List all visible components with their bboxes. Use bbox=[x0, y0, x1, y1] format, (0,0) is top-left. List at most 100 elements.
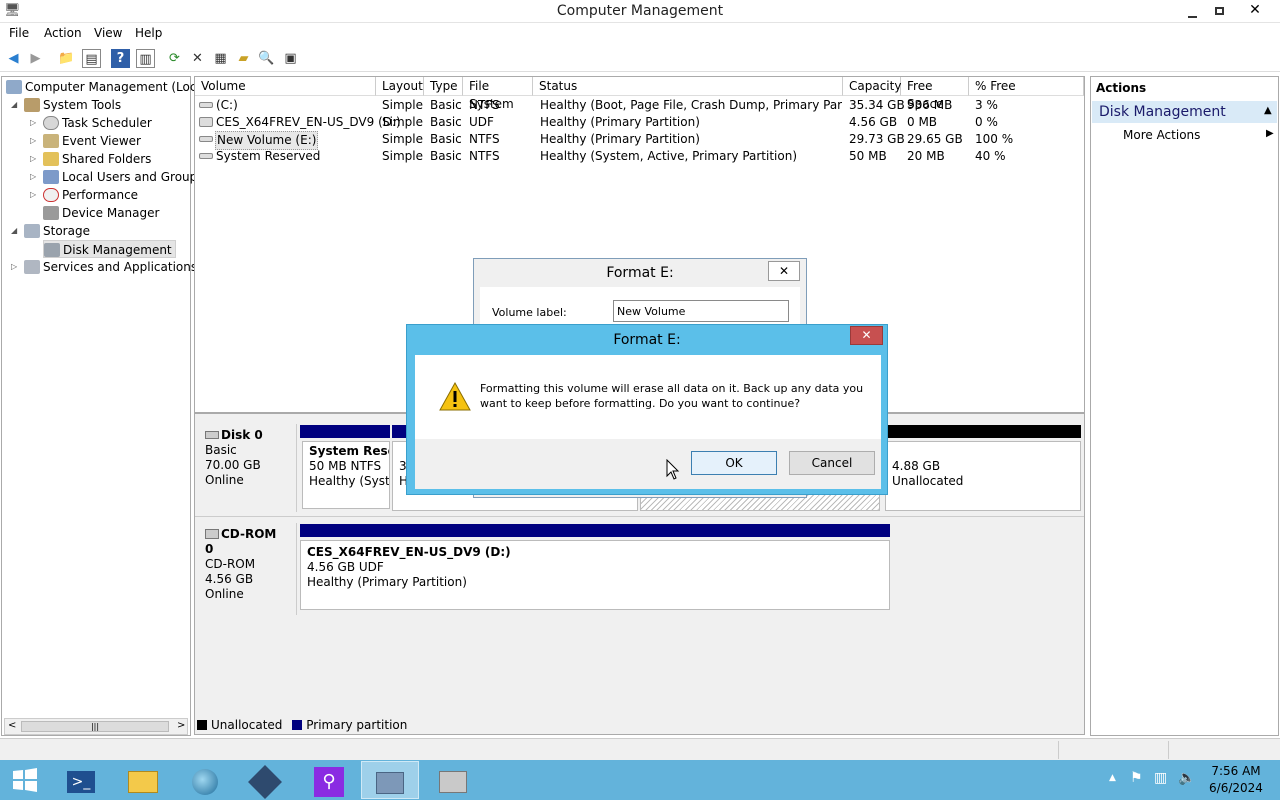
menu-view[interactable]: View bbox=[94, 26, 122, 40]
table-row[interactable]: CES_X64FREV_EN-US_DV9 (D:) Simple Basic … bbox=[195, 114, 1084, 131]
partition-status: Healthy (Primary Partition) bbox=[307, 575, 467, 589]
tree-item-task-scheduler[interactable]: Task Scheduler bbox=[43, 114, 152, 132]
tree-item-device-manager[interactable]: Device Manager bbox=[43, 204, 159, 222]
volume-muted-icon[interactable]: 🔈 bbox=[1178, 770, 1195, 786]
taskbar-server-manager[interactable] bbox=[424, 761, 482, 799]
up-folder-icon[interactable]: 📁 bbox=[57, 49, 76, 68]
cell-status: Healthy (Boot, Page File, Crash Dump, Pr… bbox=[540, 98, 842, 112]
tree-item-performance[interactable]: Performance bbox=[43, 186, 138, 204]
disk-0-label[interactable]: Disk 0 Basic 70.00 GB Online bbox=[197, 424, 297, 512]
submenu-arrow-icon: ▶ bbox=[1266, 128, 1274, 139]
expand-icon[interactable]: ▷ bbox=[11, 258, 17, 276]
tree-item-system-tools[interactable]: System Tools bbox=[24, 96, 121, 114]
powershell-icon: >_ bbox=[67, 770, 95, 793]
expand-icon[interactable]: ▷ bbox=[30, 150, 36, 168]
collapse-icon[interactable]: ◢ bbox=[11, 222, 17, 240]
volume-label-input[interactable] bbox=[613, 300, 789, 322]
scroll-right-icon[interactable]: > bbox=[177, 720, 185, 731]
column-header-type[interactable]: Type bbox=[424, 77, 463, 96]
column-header-free-space[interactable]: Free Space bbox=[901, 77, 969, 111]
status-divider bbox=[1168, 741, 1169, 759]
column-header-status[interactable]: Status bbox=[533, 77, 843, 96]
table-row[interactable]: System Reserved Simple Basic NTFS Health… bbox=[195, 148, 1084, 165]
scroll-left-icon[interactable]: < bbox=[8, 720, 16, 731]
collapse-section-icon[interactable]: ▲ bbox=[1264, 105, 1272, 116]
tree-horizontal-scrollbar[interactable]: < ||| > bbox=[4, 718, 188, 735]
format-dialog-close-button[interactable]: ✕ bbox=[768, 261, 800, 281]
partition-d[interactable]: CES_X64FREV_EN-US_DV9 (D:) 4.56 GB UDF H… bbox=[300, 540, 890, 610]
tree-item-local-users[interactable]: Local Users and Groups bbox=[43, 168, 204, 186]
legend-primary: Primary partition bbox=[306, 718, 408, 732]
network-icon[interactable]: ▥ bbox=[1154, 770, 1167, 786]
table-row[interactable]: New Volume (E:) Simple Basic NTFS Health… bbox=[195, 131, 1084, 150]
expand-icon[interactable]: ▷ bbox=[30, 168, 36, 186]
taskbar-file-explorer[interactable] bbox=[114, 761, 172, 799]
column-header-volume[interactable]: Volume bbox=[195, 77, 376, 96]
show-hidden-icons[interactable]: ▲ bbox=[1109, 773, 1116, 783]
confirm-dialog-close-button[interactable]: ✕ bbox=[850, 326, 883, 345]
back-arrow-icon[interactable]: ◀ bbox=[4, 49, 23, 68]
clock-date[interactable]: 6/6/2024 bbox=[1206, 781, 1266, 795]
expand-icon[interactable]: ▷ bbox=[30, 114, 36, 132]
tree-item-event-viewer[interactable]: Event Viewer bbox=[43, 132, 141, 150]
taskbar-virtualbox[interactable] bbox=[236, 761, 294, 799]
tree-item-storage[interactable]: Storage bbox=[24, 222, 90, 240]
column-header-percent-free[interactable]: % Free bbox=[969, 77, 1084, 96]
menu-action[interactable]: Action bbox=[44, 26, 82, 40]
properties-icon[interactable]: ▦ bbox=[211, 49, 230, 68]
tree-item-shared-folders[interactable]: Shared Folders bbox=[43, 150, 151, 168]
taskbar-computer-management[interactable] bbox=[361, 761, 419, 799]
partition-unallocated[interactable]: 4.88 GB Unallocated bbox=[885, 441, 1081, 511]
taskbar-search-app[interactable]: ⚲ bbox=[300, 761, 358, 799]
tree-item-root[interactable]: Computer Management (Local bbox=[6, 78, 207, 96]
expand-icon[interactable]: ▷ bbox=[30, 132, 36, 150]
disk-icon[interactable]: ▣ bbox=[281, 49, 300, 68]
table-row[interactable]: (C:) Simple Basic NTFS Healthy (Boot, Pa… bbox=[195, 97, 1084, 114]
column-header-capacity[interactable]: Capacity bbox=[843, 77, 901, 96]
menu-help[interactable]: Help bbox=[135, 26, 162, 40]
start-button[interactable] bbox=[0, 761, 50, 799]
legend-unallocated: Unallocated bbox=[211, 718, 283, 732]
open-icon[interactable]: ▰ bbox=[234, 49, 253, 68]
cdrom-0-label[interactable]: CD-ROM 0 CD-ROM 4.56 GB Online bbox=[197, 523, 297, 615]
tree-item-services[interactable]: Services and Applications bbox=[24, 258, 197, 276]
show-hide-action-icon[interactable]: ▥ bbox=[136, 49, 155, 68]
minimize-button[interactable] bbox=[1177, 0, 1207, 22]
taskbar-powershell[interactable]: >_ bbox=[52, 761, 110, 799]
cell-layout: Simple bbox=[382, 149, 423, 163]
collapse-icon[interactable]: ◢ bbox=[11, 96, 17, 114]
help-icon[interactable]: ? bbox=[111, 49, 130, 68]
column-header-layout[interactable]: Layout bbox=[376, 77, 424, 96]
actions-section-header[interactable]: Disk Management ▲ bbox=[1092, 101, 1277, 123]
expand-icon[interactable]: ▷ bbox=[30, 186, 36, 204]
show-hide-tree-icon[interactable]: ▤ bbox=[82, 49, 101, 68]
tree-item-disk-management[interactable]: Disk Management bbox=[43, 240, 176, 258]
menu-file[interactable]: File bbox=[9, 26, 29, 40]
warning-icon bbox=[439, 382, 471, 411]
unallocated-swatch bbox=[197, 720, 207, 730]
taskbar-browser[interactable] bbox=[176, 761, 234, 799]
cell-status: Healthy (System, Active, Primary Partiti… bbox=[540, 149, 798, 163]
globe-icon bbox=[192, 768, 218, 795]
toolbar: ◀ ▶ 📁 ▤ ? ▥ ⟳ ✕ ▦ ▰ 🔍 ▣ bbox=[0, 45, 1280, 72]
close-button[interactable]: ✕ bbox=[1240, 0, 1270, 22]
magnifier-icon: ⚲ bbox=[314, 766, 344, 797]
forward-arrow-icon[interactable]: ▶ bbox=[26, 49, 45, 68]
taskbar: >_ ⚲ ▲ ⚑ ▥ 🔈 7:56 AM 6/6/2024 bbox=[0, 760, 1280, 800]
partition-system-reserved[interactable]: System Reser 50 MB NTFS Healthy (Syste bbox=[302, 441, 390, 509]
delete-icon[interactable]: ✕ bbox=[188, 49, 207, 68]
clock-time[interactable]: 7:56 AM bbox=[1206, 764, 1266, 778]
action-center-flag-icon[interactable]: ⚑ bbox=[1130, 770, 1143, 786]
cancel-button[interactable]: Cancel bbox=[789, 451, 875, 475]
scroll-thumb[interactable]: ||| bbox=[21, 721, 169, 732]
disk-management-icon bbox=[44, 243, 60, 257]
mouse-cursor-icon bbox=[666, 459, 680, 480]
ok-button[interactable]: OK bbox=[691, 451, 777, 475]
column-header-file-system[interactable]: File System bbox=[463, 77, 533, 111]
more-actions-item[interactable]: More Actions ▶ bbox=[1092, 127, 1277, 145]
unallocated-label: Unallocated bbox=[892, 474, 964, 488]
refresh-icon[interactable]: ⟳ bbox=[165, 49, 184, 68]
search-icon[interactable]: 🔍 bbox=[257, 49, 276, 68]
drive-icon bbox=[199, 153, 213, 159]
restore-button[interactable] bbox=[1204, 0, 1234, 22]
